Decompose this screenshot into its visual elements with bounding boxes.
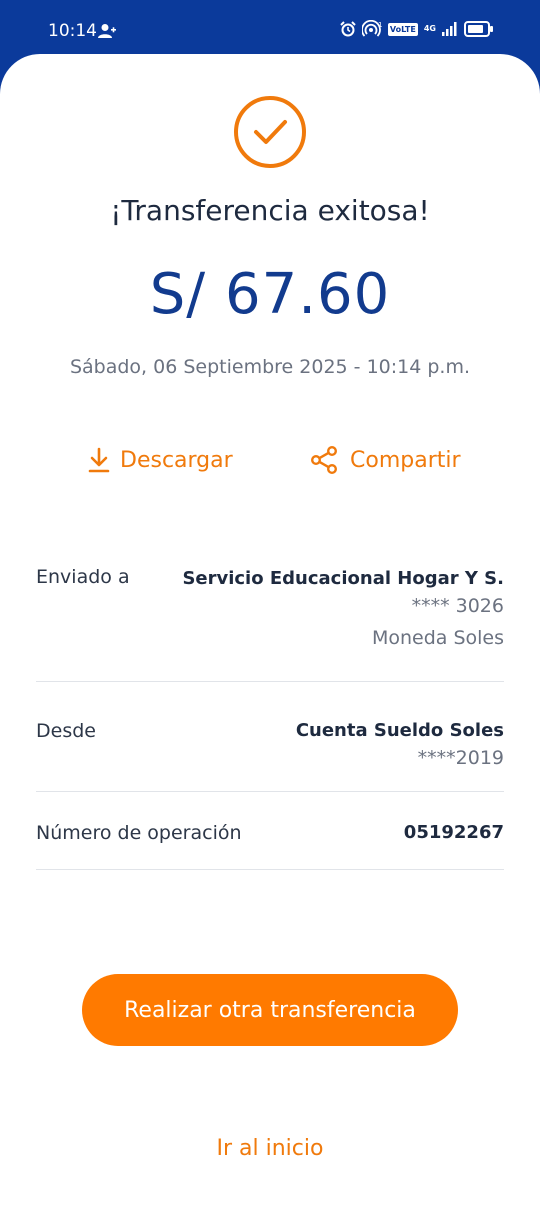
- receipt-actions: Descargar Compartir: [0, 446, 540, 482]
- hotspot-icon: 1: [361, 20, 382, 37]
- sent-to-label: Enviado a: [36, 566, 130, 588]
- detail-row-operation: Número de operación 05192267: [36, 792, 504, 870]
- source-account-name: Cuenta Sueldo Soles: [295, 720, 504, 741]
- status-bar: 10:14 1 VoLTE 4G: [0, 0, 540, 62]
- download-icon: [88, 447, 110, 473]
- battery-icon: [464, 21, 493, 37]
- user-add-icon: [98, 24, 116, 38]
- success-check-icon: [234, 96, 306, 168]
- alarm-icon: [340, 21, 356, 37]
- detail-row-sent-to: Enviado a Servicio Educacional Hogar Y S…: [36, 560, 504, 682]
- success-title: ¡Transferencia exitosa!: [110, 194, 430, 227]
- network-type: 4G: [423, 24, 436, 33]
- share-label: Compartir: [350, 447, 461, 473]
- svg-text:1: 1: [378, 21, 382, 29]
- recipient-currency: Moneda Soles: [371, 627, 504, 649]
- status-time: 10:14: [48, 21, 97, 41]
- go-home-link[interactable]: Ir al inicio: [0, 1136, 540, 1161]
- new-transfer-button[interactable]: Realizar otra transferencia: [82, 974, 458, 1046]
- recipient-account: **** 3026: [411, 595, 504, 617]
- source-account-number: ****2019: [417, 747, 504, 769]
- download-label: Descargar: [120, 447, 233, 473]
- status-icons: 1 VoLTE 4G: [340, 20, 494, 38]
- share-icon: [311, 446, 338, 474]
- download-button[interactable]: Descargar: [88, 446, 233, 474]
- operation-label: Número de operación: [36, 822, 242, 844]
- from-label: Desde: [36, 720, 96, 742]
- share-button[interactable]: Compartir: [310, 446, 461, 474]
- volte-badge: VoLTE: [387, 22, 418, 36]
- transfer-datetime: Sábado, 06 Septiembre 2025 - 10:14 p.m.: [69, 356, 471, 378]
- detail-row-from: Desde Cuenta Sueldo Soles ****2019: [36, 682, 504, 792]
- transfer-details: Enviado a Servicio Educacional Hogar Y S…: [36, 560, 504, 870]
- transfer-amount: S/ 67.60: [149, 262, 391, 327]
- signal-icon: [442, 22, 457, 36]
